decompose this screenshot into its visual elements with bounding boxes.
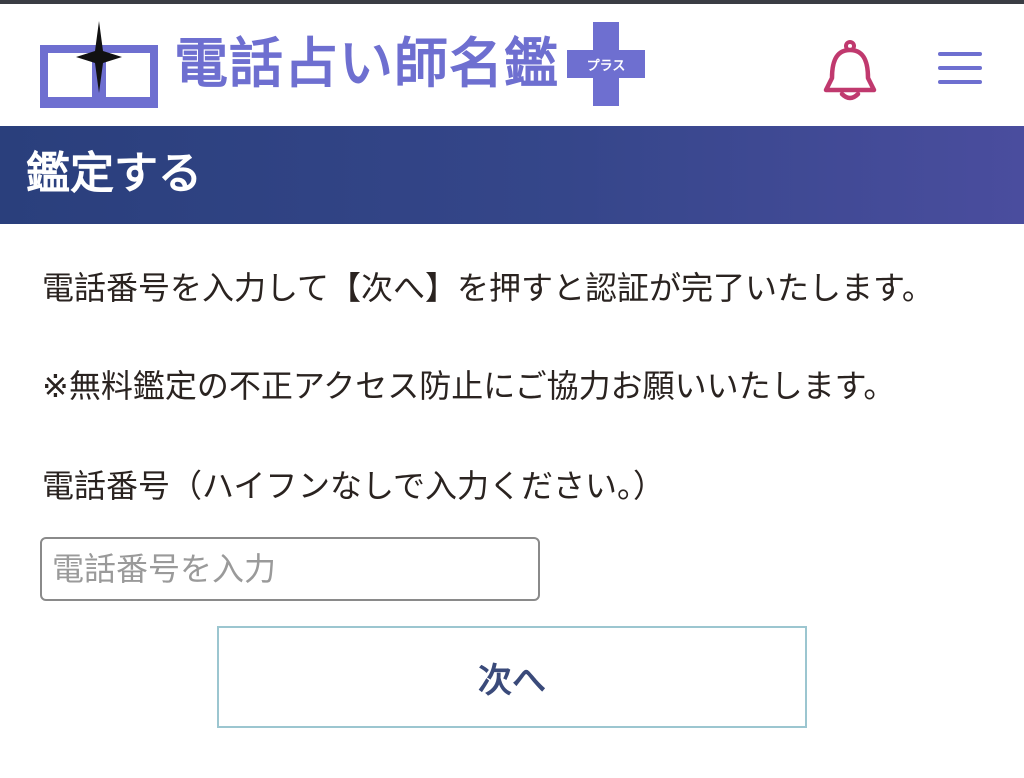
- plus-badge-label: プラス: [587, 59, 626, 74]
- notice-text: ※無料鑑定の不正アクセス防止にご協力お願いいたします。: [42, 367, 896, 405]
- phone-number-input[interactable]: [40, 537, 540, 601]
- bell-icon[interactable]: [820, 40, 880, 104]
- phone-field-label: 電話番号（ハイフンなしで入力ください。）: [42, 467, 666, 505]
- site-logo[interactable]: 電話占い師名鑑 プラス: [38, 16, 645, 112]
- site-header: 電話占い師名鑑 プラス: [0, 4, 1024, 126]
- hamburger-menu-icon[interactable]: [936, 48, 986, 88]
- instruction-text: 電話番号を入力して【次へ】を押すと認証が完了いたします。: [42, 269, 934, 307]
- page-title: 鑑定する: [26, 148, 202, 199]
- next-button[interactable]: 次へ: [217, 626, 807, 728]
- book-icon: [40, 21, 158, 108]
- plus-badge-icon: プラス: [567, 22, 645, 106]
- section-header: 鑑定する: [0, 126, 1024, 224]
- site-logo-text: 電話占い師名鑑: [174, 32, 559, 95]
